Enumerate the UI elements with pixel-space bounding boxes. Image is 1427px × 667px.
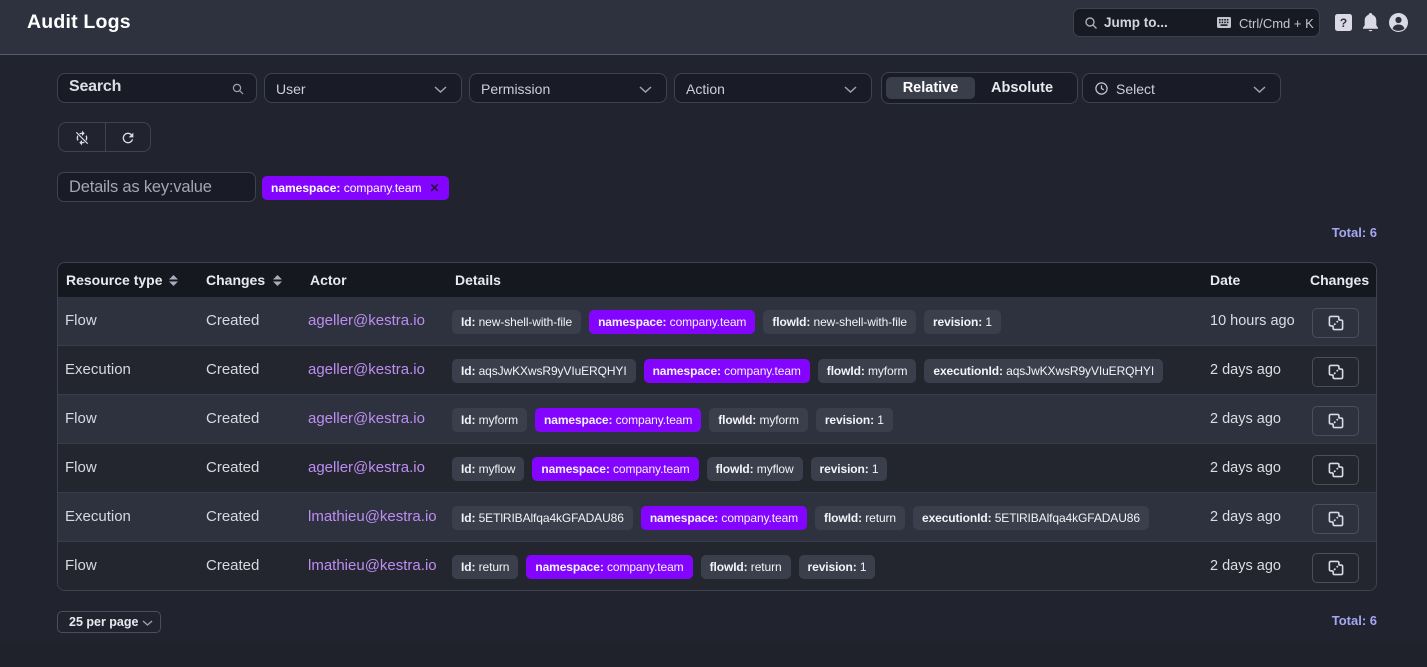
svg-text:?: ? [1340,16,1347,30]
